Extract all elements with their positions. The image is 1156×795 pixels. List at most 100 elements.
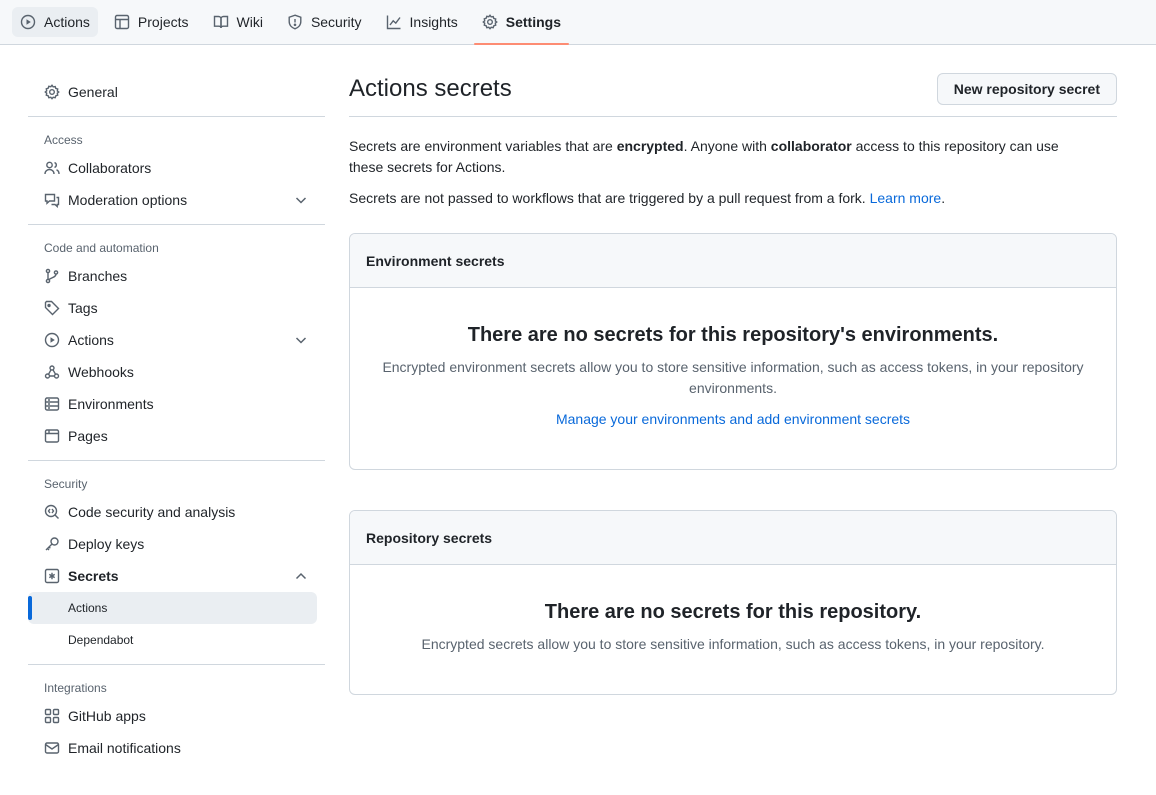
tab-label: Wiki (236, 14, 263, 30)
sidebar-item-deploy-keys[interactable]: Deploy keys (28, 528, 317, 560)
gear-icon (44, 84, 60, 100)
repository-secrets-blankslate: There are no secrets for this repository… (350, 565, 1116, 655)
sidebar-item-label: Secrets (68, 568, 119, 584)
sidebar-item-webhooks[interactable]: Webhooks (28, 356, 317, 388)
blankslate-title: There are no secrets for this repository… (467, 324, 999, 346)
tab-projects[interactable]: Projects (106, 7, 197, 37)
learn-more-link[interactable]: Learn more (870, 190, 942, 206)
sidebar-item-label: Actions (68, 332, 114, 348)
asterisk-box-icon (44, 568, 60, 584)
tab-security[interactable]: Security (279, 7, 370, 37)
sidebar-item-secrets[interactable]: Secrets (28, 560, 317, 592)
branch-icon (44, 268, 60, 284)
new-repository-secret-button[interactable]: New repository secret (936, 73, 1117, 105)
repo-nav: Actions Projects Wiki Security Insights … (0, 0, 1156, 45)
tab-label: Projects (137, 14, 189, 30)
book-icon (213, 14, 229, 30)
sidebar-heading-integrations: Integrations (44, 681, 107, 695)
sidebar-item-label: Webhooks (68, 364, 134, 380)
desc-text: . Anyone with (683, 138, 771, 154)
page-title: Actions secrets (349, 75, 512, 102)
tab-insights[interactable]: Insights (378, 7, 466, 37)
play-icon (20, 14, 36, 30)
tab-settings[interactable]: Settings (473, 7, 570, 45)
tab-label: Insights (409, 14, 458, 30)
key-icon (44, 536, 60, 552)
sidebar-item-github-apps[interactable]: GitHub apps (28, 700, 317, 732)
environment-secrets-blankslate: There are no secrets for this repository… (350, 288, 1116, 430)
webhook-icon (44, 364, 60, 380)
environment-secrets-box: Environment secrets There are no secrets… (349, 233, 1117, 470)
sidebar-divider (28, 460, 325, 461)
sidebar-heading-security: Security (44, 477, 88, 491)
comment-discussion-icon (44, 192, 60, 208)
blankslate-text: Encrypted environment secrets allow you … (382, 359, 1084, 396)
shield-icon (287, 14, 303, 30)
sidebar-item-collaborators[interactable]: Collaborators (28, 152, 317, 184)
sidebar-item-label: Code security and analysis (68, 504, 236, 520)
sidebar-item-label: Collaborators (68, 160, 152, 176)
sidebar-item-label: Deploy keys (68, 536, 145, 552)
sidebar-subitem-label: Dependabot (68, 633, 134, 647)
sidebar-heading-code: Code and automation (44, 241, 159, 255)
table-icon (114, 14, 130, 30)
chevron-down-icon[interactable] (293, 192, 309, 208)
sidebar-item-label: Branches (68, 268, 128, 284)
sidebar-item-general[interactable]: General (28, 76, 317, 108)
sidebar-divider (28, 224, 325, 225)
fork-note-text: Secrets are not passed to workflows that… (349, 190, 870, 206)
repository-secrets-header: Repository secrets (350, 511, 1116, 565)
sidebar-subitem-secrets-dependabot[interactable]: Dependabot (28, 624, 317, 656)
manage-environments-link[interactable]: Manage your environments and add environ… (556, 411, 910, 427)
sidebar-item-label: Pages (68, 428, 108, 444)
tab-label: Security (310, 14, 362, 30)
codescan-icon (44, 504, 60, 520)
tag-icon (44, 300, 60, 316)
blankslate-title: There are no secrets for this repository… (544, 601, 922, 623)
sidebar-item-actions[interactable]: Actions (28, 324, 317, 356)
sidebar-item-label: GitHub apps (68, 708, 146, 724)
graph-icon (386, 14, 402, 30)
blankslate-text: Encrypted secrets allow you to store sen… (421, 636, 1045, 652)
desc-strong-encrypted: encrypted (616, 138, 684, 154)
sidebar-item-label: General (68, 84, 118, 100)
sidebar-item-label: Email notifications (68, 740, 181, 756)
sidebar-item-code-security[interactable]: Code security and analysis (28, 496, 317, 528)
sidebar-item-moderation[interactable]: Moderation options (28, 184, 317, 216)
sidebar-item-branches[interactable]: Branches (28, 260, 317, 292)
settings-sidebar: General Access Collaborators Moderation … (28, 76, 325, 764)
sidebar-item-pages[interactable]: Pages (28, 420, 317, 452)
mail-icon (44, 740, 60, 756)
chevron-down-icon[interactable] (293, 332, 309, 348)
people-icon (44, 160, 60, 176)
sidebar-divider (28, 664, 325, 665)
browser-icon (44, 428, 60, 444)
page-header: Actions secrets New repository secret (349, 73, 1117, 105)
sidebar-divider (28, 116, 325, 117)
desc-text: Secrets are environment variables that a… (349, 138, 617, 154)
environment-secrets-header: Environment secrets (350, 234, 1116, 288)
title-divider (349, 116, 1117, 117)
sidebar-heading-access: Access (44, 133, 83, 147)
desc-strong-collaborator: collaborator (770, 138, 852, 154)
sidebar-item-label: Moderation options (68, 192, 188, 208)
repository-secrets-box: Repository secrets There are no secrets … (349, 510, 1117, 695)
tab-label: Settings (505, 14, 561, 30)
sidebar-item-label: Tags (68, 300, 98, 316)
fork-note: Secrets are not passed to workflows that… (349, 188, 1117, 209)
secrets-description: Secrets are environment variables that a… (349, 136, 1089, 178)
chevron-up-icon[interactable] (293, 568, 309, 584)
tab-actions[interactable]: Actions (12, 7, 98, 37)
sidebar-subitem-secrets-actions[interactable]: Actions (28, 592, 317, 624)
tab-label: Actions (44, 14, 90, 30)
tab-wiki[interactable]: Wiki (205, 7, 271, 37)
server-icon (44, 396, 60, 412)
gear-icon (481, 14, 498, 30)
sidebar-item-email-notifications[interactable]: Email notifications (28, 732, 317, 764)
sidebar-subitem-label: Actions (68, 601, 108, 615)
sidebar-item-environments[interactable]: Environments (28, 388, 317, 420)
sidebar-item-label: Environments (68, 396, 154, 412)
apps-icon (44, 708, 60, 724)
sidebar-item-tags[interactable]: Tags (28, 292, 317, 324)
main-content: Actions secrets New repository secret Se… (349, 73, 1117, 695)
